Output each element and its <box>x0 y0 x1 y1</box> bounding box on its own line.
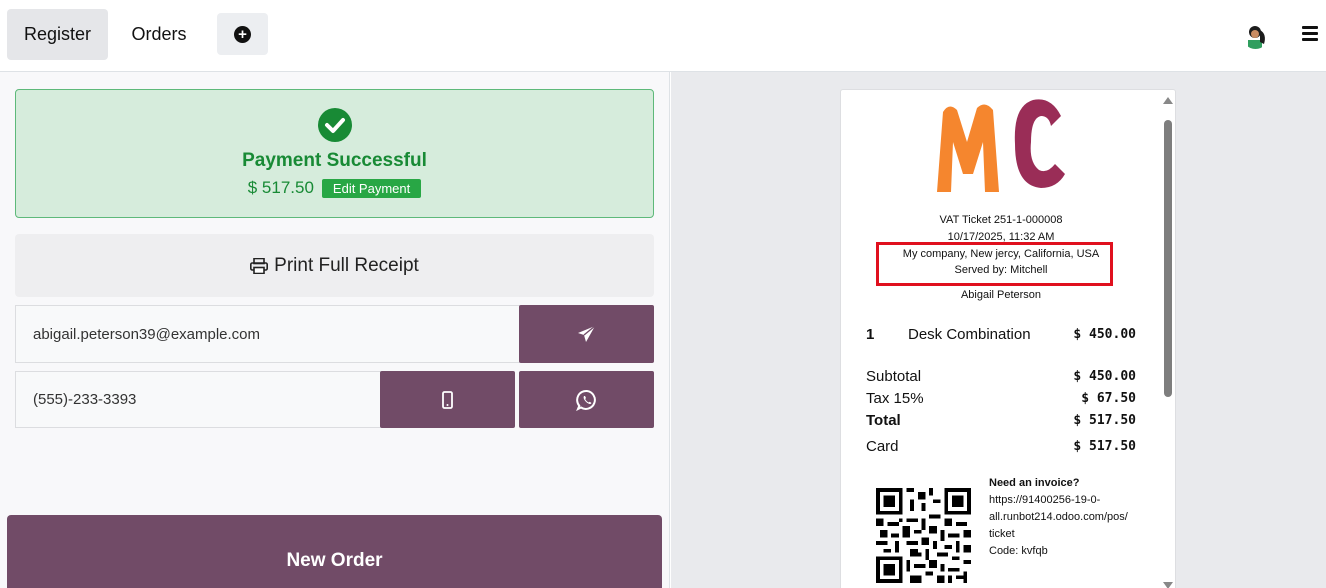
payment-success-title: Payment Successful <box>242 150 427 171</box>
print-receipt-label: Print Full Receipt <box>274 254 419 276</box>
scroll-down-arrow-icon[interactable] <box>1163 582 1173 588</box>
receipt-ticket-number: VAT Ticket 251-1-000008 <box>939 214 1063 226</box>
payment-panel: Payment Successful $ 517.50 Edit Payment… <box>0 72 670 588</box>
receipt-total-line: Total $ 517.50 <box>866 412 1136 429</box>
subtotal-label: Subtotal <box>866 368 922 385</box>
add-order-button[interactable]: + <box>217 13 268 55</box>
subtotal-value: $ 450.00 <box>1073 369 1136 384</box>
top-bar: Register Orders + <box>0 0 1326 72</box>
send-sms-button[interactable] <box>380 371 515 428</box>
card-label: Card <box>866 438 899 455</box>
phone-input[interactable]: (555)-233-3393 <box>15 371 381 428</box>
total-label: Total <box>866 412 901 429</box>
receipt[interactable]: VAT Ticket 251-1-000008 10/17/2025, 11:3… <box>840 89 1176 588</box>
print-receipt-button[interactable]: Print Full Receipt <box>15 234 654 297</box>
edit-payment-button[interactable]: Edit Payment <box>321 178 422 198</box>
company-logo <box>933 94 1073 196</box>
receipt-subtotal-line: Subtotal $ 450.00 <box>866 368 1136 385</box>
scroll-up-arrow-icon[interactable] <box>1163 97 1173 104</box>
new-order-button[interactable]: New Order <box>7 515 662 588</box>
hamburger-menu-icon[interactable] <box>1302 26 1318 42</box>
highlight-box <box>876 242 1113 286</box>
invoice-url-line-1: https://91400256-19-0- <box>989 494 1101 506</box>
send-whatsapp-button[interactable] <box>519 371 654 428</box>
checkmark-icon <box>318 108 352 142</box>
tax-label: Tax 15% <box>866 390 924 407</box>
invoice-url-line-2: all.runbot214.odoo.com/pos/ <box>989 511 1128 523</box>
whatsapp-icon <box>575 389 596 411</box>
user-avatar[interactable] <box>1242 22 1269 49</box>
receipt-item-line: 1 Desk Combination $ 450.00 <box>866 326 1136 343</box>
receipt-scrollbar[interactable] <box>1164 120 1172 397</box>
invoice-info: Need an invoice? https://91400256-19-0- … <box>989 475 1149 560</box>
plus-icon: + <box>234 25 251 43</box>
tab-register[interactable]: Register <box>7 9 108 60</box>
receipt-card-line: Card $ 517.50 <box>866 438 1136 455</box>
invoice-url-line-3: ticket <box>989 528 1015 540</box>
payment-success-box: Payment Successful $ 517.50 Edit Payment <box>15 89 654 218</box>
send-email-button[interactable] <box>519 305 654 363</box>
email-input[interactable]: abigail.peterson39@example.com <box>15 305 520 363</box>
receipt-panel: VAT Ticket 251-1-000008 10/17/2025, 11:3… <box>671 72 1326 588</box>
item-qty: 1 <box>866 326 875 343</box>
total-value: $ 517.50 <box>1073 413 1136 428</box>
printer-icon <box>250 257 269 274</box>
receipt-tax-line: Tax 15% $ 67.50 <box>866 390 1136 407</box>
payment-amount-row: $ 517.50 Edit Payment <box>16 178 653 198</box>
tab-orders[interactable]: Orders <box>114 9 204 60</box>
card-value: $ 517.50 <box>1073 439 1136 454</box>
qr-code <box>876 488 971 583</box>
invoice-code: Code: kvfqb <box>989 545 1048 557</box>
item-price: $ 450.00 <box>1073 327 1136 342</box>
tax-value: $ 67.50 <box>1081 391 1136 406</box>
invoice-heading: Need an invoice? <box>989 477 1080 489</box>
receipt-customer: Abigail Peterson <box>960 289 1042 301</box>
payment-amount: $ 517.50 <box>247 178 314 197</box>
paper-plane-icon <box>578 325 596 342</box>
mobile-phone-icon <box>442 390 453 409</box>
item-name: Desk Combination <box>908 326 1031 343</box>
